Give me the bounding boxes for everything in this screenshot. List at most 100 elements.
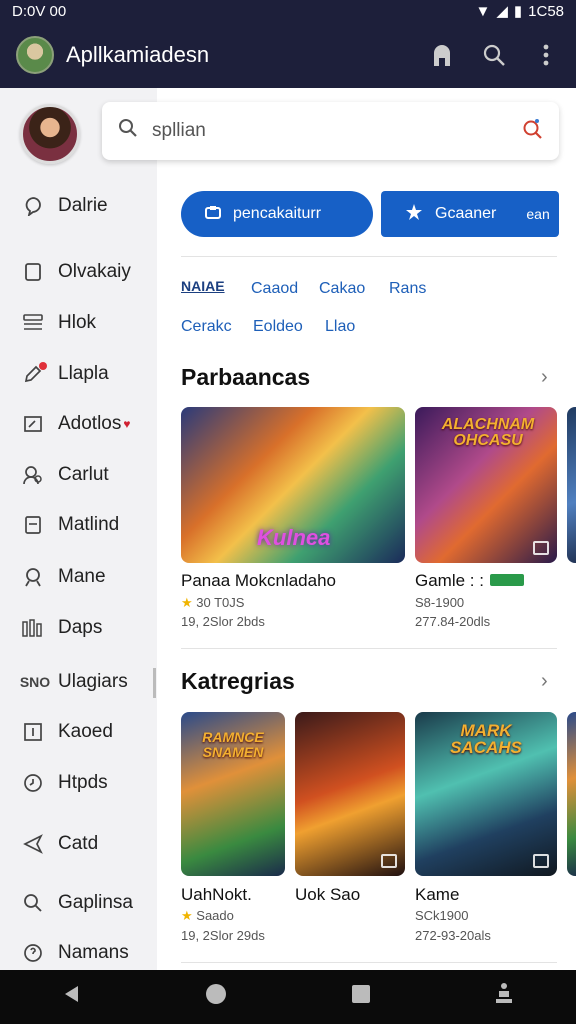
card-meta2: 19, 2Slor 29ds <box>181 928 265 943</box>
app-logo[interactable] <box>16 36 54 74</box>
tags-icon <box>490 574 524 586</box>
sidebar-item-mane[interactable]: Mane <box>0 557 157 597</box>
divider <box>181 962 557 963</box>
sidebar-item-adotlos[interactable]: Adotlos ♥ <box>0 404 157 444</box>
badge-icon <box>533 541 549 555</box>
game-card-4[interactable] <box>295 712 405 876</box>
sidebar-item-label: Kaoed <box>58 721 113 742</box>
home-icon[interactable] <box>428 41 456 69</box>
card-title: Uok Sao <box>295 885 361 904</box>
sidebar-item-catd[interactable]: Catd <box>0 824 157 864</box>
sidebar-item-label: Hlok <box>58 312 97 333</box>
home-button-icon[interactable] <box>205 983 227 1011</box>
card-meta2: 19, 2Slor 2bds <box>181 614 265 629</box>
link-caaod[interactable]: Caaod <box>251 280 298 298</box>
sidebar-item-kaoed[interactable]: Kaoed <box>0 712 157 752</box>
clock-icon <box>20 770 46 796</box>
status-icons: ▼ ◢ ▮ 1C58 <box>475 2 564 21</box>
divider <box>181 256 557 257</box>
gcaaner-button[interactable]: Gcaaner ean <box>381 191 559 237</box>
link-eoldeo[interactable]: Eoldeo <box>253 318 303 336</box>
section-title-katregrias: Katregrias <box>181 668 295 694</box>
pill-label: pencakaiturr <box>233 205 322 222</box>
link-cakao[interactable]: Cakao <box>319 280 365 298</box>
sidebar-item-llapla[interactable]: Llapla <box>0 354 157 394</box>
pill-label: Gcaaner <box>435 205 497 222</box>
game-card-2[interactable]: ALACHNAM OHCASU <box>415 407 557 563</box>
card-meta1: 30 T0JS <box>196 595 245 610</box>
card-meta1: Saado <box>196 908 234 923</box>
search-icon[interactable] <box>480 41 508 69</box>
card-title: Gamle : : <box>415 571 484 590</box>
chevron-right-icon[interactable]: › <box>541 366 548 389</box>
sidebar-item-dalrie[interactable]: Dalrie <box>0 186 157 226</box>
card-art-text: ALACHNAM OHCASU <box>441 416 535 449</box>
pencakaiturr-button[interactable]: pencakaiturr <box>181 191 373 237</box>
lens-search-icon[interactable] <box>521 117 543 145</box>
card-title: Kame <box>415 885 460 904</box>
sidebar-item-carlut[interactable]: Carlut <box>0 455 157 495</box>
recents-icon[interactable] <box>351 984 371 1010</box>
sidebar-item-daps[interactable]: Daps <box>0 608 157 648</box>
sidebar-item-namans[interactable]: Namans <box>0 933 157 973</box>
sidebar-item-label: Daps <box>58 617 103 638</box>
back-icon[interactable] <box>62 984 82 1010</box>
sidebar-item-label: Adotlos <box>58 413 122 434</box>
tool-icon <box>405 203 423 226</box>
chat-bubble-icon <box>20 193 46 219</box>
sidebar-item-label: Catd <box>58 833 99 854</box>
document-icon <box>20 512 46 538</box>
search-bar[interactable]: spllian <box>102 102 559 160</box>
sidebar-item-label: Matlind <box>58 514 120 535</box>
accessibility-icon[interactable] <box>494 982 514 1012</box>
signal-icon: ◢ <box>496 3 508 20</box>
help-icon <box>20 940 46 966</box>
avatar[interactable] <box>20 104 80 164</box>
search-icon <box>20 890 46 916</box>
divider <box>181 648 557 649</box>
square-icon <box>20 259 46 285</box>
badge-icon <box>381 854 397 868</box>
status-bar: D:0V 00 ▼ ◢ ▮ 1C58 <box>0 0 576 22</box>
card-meta2: 277.84-20dls <box>415 614 491 629</box>
heart-icon: ♥ <box>123 417 131 431</box>
game-card-peek[interactable] <box>567 407 576 563</box>
game-card-5[interactable]: MARK SACAHS <box>415 712 557 876</box>
app-title: Apllkamiadesn <box>66 42 210 67</box>
sidebar-item-label: Ulagiars <box>58 671 128 692</box>
notification-dot <box>39 362 47 370</box>
sidebar-item-hlok[interactable]: Hlok <box>0 303 157 343</box>
link-rans[interactable]: Rans <box>389 280 426 298</box>
card-meta1: SCk1900 <box>415 908 469 923</box>
search-input[interactable]: spllian <box>152 120 206 142</box>
badge-icon <box>205 205 221 224</box>
sno-label: SNO <box>19 674 51 690</box>
game-card-1[interactable]: Kulnea <box>181 407 405 563</box>
scroll-indicator[interactable] <box>153 668 156 698</box>
chevron-right-icon[interactable]: › <box>541 670 548 693</box>
card-art-text: MARK SACAHS <box>450 721 522 757</box>
sidebar-item-label: Dalrie <box>58 195 108 216</box>
card-title: UahNokt. <box>181 885 252 904</box>
sidebar-item-gaplinsa[interactable]: Gaplinsa <box>0 883 157 923</box>
sidebar-item-matlind[interactable]: Matlind <box>0 505 157 545</box>
game-card-3[interactable]: RAMNCE SNAMEN <box>181 712 285 876</box>
more-vert-icon[interactable] <box>532 41 560 69</box>
person-icon <box>20 564 46 590</box>
bar-chart-icon <box>20 615 46 641</box>
link-llao[interactable]: Llao <box>325 318 355 336</box>
game-card-peek[interactable] <box>567 712 576 876</box>
card-rating: ★ Saado <box>181 908 234 924</box>
card-art-text: RAMNCE SNAMEN <box>202 729 264 760</box>
sidebar-item-ulagiars[interactable]: SNO Ulagiars <box>0 662 157 702</box>
list-icon <box>20 310 46 336</box>
sidebar-item-olvakaiy[interactable]: Olvakaiy <box>0 252 157 292</box>
wifi-icon: ▼ <box>475 2 491 20</box>
tab-naiae[interactable]: NAIAE <box>181 278 225 294</box>
section-title-parbaancas: Parbaancas <box>181 364 311 390</box>
sidebar-item-htpds[interactable]: Htpds <box>0 763 157 803</box>
system-nav-bar <box>0 970 576 1024</box>
pill-extra: ean <box>526 206 550 222</box>
card-art-text: Kulnea <box>257 525 331 550</box>
link-cerakc[interactable]: Cerakc <box>181 318 232 336</box>
